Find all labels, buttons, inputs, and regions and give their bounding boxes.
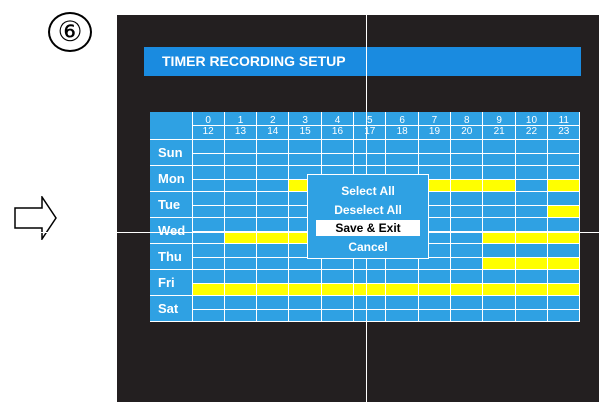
hour-label: 20 bbox=[461, 126, 473, 137]
hour-label: 17 bbox=[364, 126, 376, 137]
popup-menu: Select All Deselect All Save & Exit Cancel bbox=[307, 174, 429, 259]
day-label-mon: Mon bbox=[158, 171, 185, 186]
grid-line bbox=[150, 269, 580, 270]
page-title: TIMER RECORDING SETUP bbox=[162, 53, 346, 69]
day-label-sun: Sun bbox=[158, 145, 183, 160]
arrow-right-icon bbox=[14, 196, 57, 240]
hour-label: 14 bbox=[267, 126, 279, 137]
day-label-tue: Tue bbox=[158, 197, 181, 212]
day-label-sat: Sat bbox=[158, 301, 179, 316]
grid-line bbox=[150, 165, 580, 166]
grid-line bbox=[150, 295, 580, 296]
menu-item-cancel[interactable]: Cancel bbox=[316, 239, 420, 255]
grid-line bbox=[192, 125, 580, 126]
hour-label: 16 bbox=[331, 126, 344, 137]
grid-line bbox=[150, 139, 580, 140]
menu-item-select-all[interactable]: Select All bbox=[316, 183, 420, 199]
hour-label: 23 bbox=[558, 126, 570, 137]
grid-line bbox=[150, 321, 580, 322]
day-label-thu: Thu bbox=[158, 249, 182, 264]
grid-line bbox=[192, 153, 580, 154]
title-bar: TIMER RECORDING SETUP bbox=[144, 47, 581, 76]
hour-label: 22 bbox=[525, 126, 538, 137]
day-label-wed: Wed bbox=[158, 223, 186, 238]
hour-label: 12 bbox=[202, 126, 214, 137]
hour-label: 13 bbox=[234, 126, 247, 137]
hour-label: 18 bbox=[396, 126, 408, 137]
grid-line bbox=[192, 309, 580, 310]
menu-item-save-exit[interactable]: Save & Exit bbox=[316, 220, 420, 236]
crosshair-horizontal bbox=[0, 232, 611, 233]
step-number-badge: ⑥ bbox=[48, 12, 92, 52]
day-label-fri: Fri bbox=[158, 275, 175, 290]
hour-label: 19 bbox=[428, 126, 441, 137]
hour-label: 15 bbox=[299, 126, 311, 137]
grid-line bbox=[192, 283, 580, 284]
hour-label: 21 bbox=[493, 126, 505, 137]
menu-item-deselect-all[interactable]: Deselect All bbox=[316, 202, 420, 218]
